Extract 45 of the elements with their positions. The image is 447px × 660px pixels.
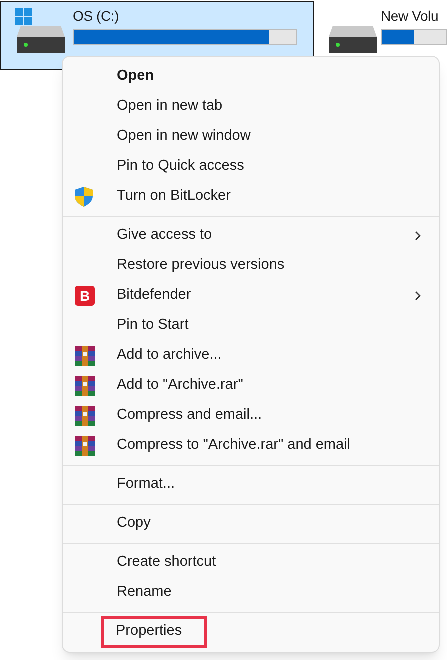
menu-item-label: Open in new window: [116, 127, 252, 146]
menu-item-label: Turn on BitLocker: [116, 187, 232, 206]
shield-icon: [75, 187, 93, 207]
menu-item-label: Compress to "Archive.rar" and email: [116, 436, 352, 456]
menu-item[interactable]: Compress to "Archive.rar" and email: [68, 431, 434, 461]
drive-icon: [329, 26, 377, 53]
menu-item-label: Open: [116, 67, 156, 86]
archive-books-icon: [75, 346, 95, 366]
menu-item[interactable]: Restore previous versions: [68, 251, 434, 281]
menu-item[interactable]: Turn on BitLocker: [68, 182, 434, 212]
menu-item-label: Give access to: [116, 226, 214, 246]
drive-name: New Volu: [381, 7, 440, 26]
menu-item[interactable]: Add to "Archive.rar": [68, 371, 434, 401]
archive-books-icon: [75, 376, 95, 396]
menu-item-label: Add to archive...: [116, 346, 223, 366]
menu-item-label: Add to "Archive.rar": [116, 376, 244, 396]
menu-item[interactable]: B Bitdefender: [68, 281, 434, 311]
menu-item[interactable]: Rename: [68, 578, 434, 608]
menu-item[interactable]: Format...: [68, 470, 434, 500]
menu-item[interactable]: Add to archive...: [68, 341, 434, 371]
menu-item[interactable]: Compress and email...: [68, 401, 434, 431]
menu-item[interactable]: Pin to Quick access: [68, 152, 434, 182]
menu-item-label: Pin to Start: [116, 316, 190, 336]
menu-item[interactable]: Open in new window: [68, 122, 434, 152]
menu-item-label: Copy: [116, 514, 152, 534]
menu-item[interactable]: Pin to Start: [68, 311, 434, 341]
archive-books-icon: [75, 406, 95, 426]
menu-item[interactable]: Copy: [68, 509, 434, 539]
menu-item[interactable]: Give access to: [68, 221, 434, 251]
menu-item[interactable]: Create shortcut: [68, 548, 434, 578]
menu-item-label: Format...: [116, 475, 176, 494]
drive-name: OS (C:): [73, 7, 120, 26]
archive-books-icon: [75, 436, 95, 456]
menu-item-label: Create shortcut: [116, 553, 218, 572]
menu-item-label: Pin to Quick access: [116, 157, 246, 176]
menu-item[interactable]: Properties: [68, 617, 434, 647]
menu-item-label: Rename: [116, 583, 173, 602]
menu-item-label: Compress and email...: [116, 406, 264, 426]
bitdefender-icon: B: [75, 286, 95, 306]
menu-item[interactable]: Open in new tab: [68, 92, 434, 122]
drive-icon: [17, 26, 65, 53]
menu-item-label: Open in new tab: [116, 97, 224, 116]
menu-item-label: Bitdefender: [116, 286, 192, 306]
menu-item-label: Properties: [104, 619, 204, 645]
menu-item-label: Restore previous versions: [116, 256, 286, 276]
